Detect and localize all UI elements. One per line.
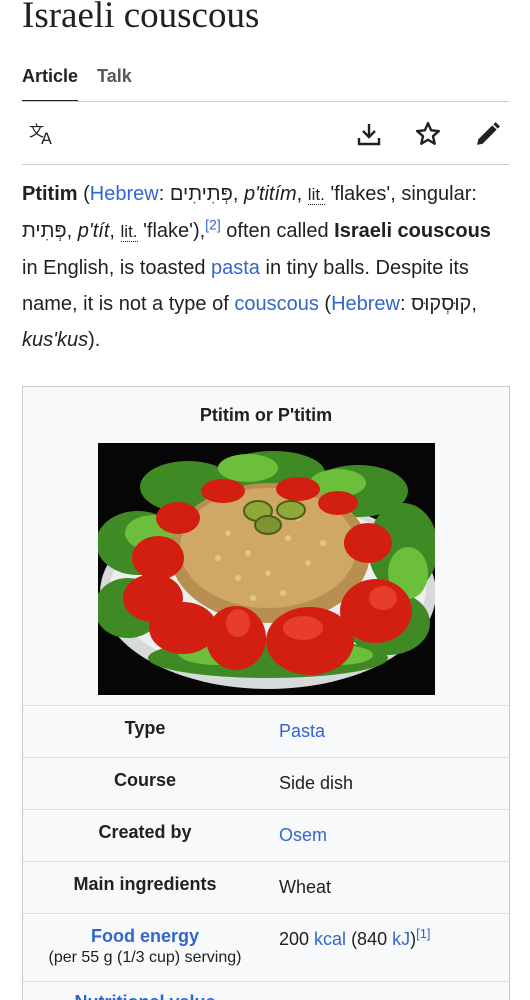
ptitim-photo[interactable]: [98, 443, 435, 695]
hebrew-couscous: קוּסְקוּס: [411, 293, 472, 315]
infobox: Ptitim or P'titim Type Pasta Course Side…: [22, 386, 510, 1000]
lead-text: ,: [66, 220, 78, 242]
singular-transliteration: p'tít: [77, 220, 110, 242]
lead-text: ,: [109, 220, 121, 242]
food-energy-link[interactable]: Food energy: [91, 926, 199, 946]
tab-article[interactable]: Article: [22, 64, 79, 102]
energy-text: (840: [346, 929, 393, 949]
reference-1[interactable]: [1]: [416, 926, 430, 941]
lead-text: in English, is toasted: [22, 257, 211, 279]
kcal-link[interactable]: kcal: [314, 929, 346, 949]
lead-text: ).: [88, 329, 101, 351]
alt-name: Israeli couscous: [334, 220, 491, 242]
star-icon[interactable]: [413, 119, 443, 149]
tabs-divider: [22, 101, 509, 102]
lead-text: ,: [232, 183, 244, 205]
tab-talk[interactable]: Talk: [97, 64, 132, 102]
reference-2[interactable]: [2]: [205, 216, 221, 232]
food-energy-label: Food energy (per 55 g (1/3 cup) serving): [23, 926, 267, 967]
type-value-link[interactable]: Pasta: [279, 721, 325, 742]
kuskus-transliteration: kus'kus: [22, 329, 89, 351]
lead-text: ,: [296, 183, 308, 205]
lead-text: often called: [220, 220, 335, 242]
infobox-label: Main ingredients: [73, 874, 217, 894]
page-title: Israeli couscous: [22, 0, 260, 36]
lead-text: ,: [471, 293, 477, 315]
lead-text: (: [318, 293, 332, 315]
translate-icon[interactable]: 文 A: [28, 119, 58, 149]
energy-number: 200: [279, 929, 315, 949]
lead-text: :: [158, 183, 170, 205]
infobox-row-nutrition: Nutritional value: [23, 981, 509, 1000]
infobox-label: Created by: [98, 822, 192, 842]
literally-abbr[interactable]: lit.: [307, 185, 325, 205]
food-energy-value: 200 kcal (840 kJ)[1]: [279, 926, 431, 950]
infobox-row-course: Course Side dish: [23, 757, 509, 809]
singular-hebrew: פְּתִית: [22, 220, 67, 242]
infobox-row-main-ingredients: Main ingredients Wheat: [23, 861, 509, 913]
infobox-label: Type: [124, 718, 166, 738]
lead-term: Ptitim: [22, 183, 78, 205]
hebrew-word: פְּתִיתִים: [169, 183, 233, 205]
infobox-row-created-by: Created by Osem: [23, 809, 509, 861]
pencil-icon[interactable]: [473, 119, 503, 149]
page-actions-toolbar: 文 A: [22, 103, 509, 165]
download-icon[interactable]: [354, 119, 384, 149]
transliteration: p'titím: [243, 183, 297, 205]
hebrew-link[interactable]: Hebrew: [90, 183, 159, 205]
nutritional-value-header[interactable]: Nutritional value: [23, 992, 267, 1000]
course-value: Side dish: [279, 773, 354, 793]
hebrew-link-2[interactable]: Hebrew: [331, 293, 400, 315]
infobox-row-food-energy: Food energy (per 55 g (1/3 cup) serving)…: [23, 913, 509, 981]
kj-link[interactable]: kJ: [392, 929, 410, 949]
lead-text: 'flake'),: [137, 220, 206, 242]
ingredients-value: Wheat: [279, 877, 332, 897]
lead-text: 'flakes', singular:: [324, 183, 477, 205]
lead-text: (: [77, 183, 90, 205]
lead-text: :: [399, 293, 412, 315]
couscous-link[interactable]: couscous: [234, 293, 319, 315]
infobox-row-type: Type Pasta: [23, 705, 509, 757]
creator-value-link[interactable]: Osem: [279, 825, 327, 846]
infobox-label: Course: [113, 770, 176, 790]
literally-abbr[interactable]: lit.: [120, 222, 138, 242]
pasta-link[interactable]: pasta: [211, 257, 260, 279]
serving-size: (per 55 g (1/3 cup) serving): [48, 949, 242, 966]
lead-paragraph: Ptitim (Hebrew: פְּתִיתִים, p'titím, lit…: [22, 176, 512, 358]
tabs: Article Talk: [22, 64, 151, 102]
svg-text:A: A: [41, 129, 52, 146]
infobox-caption: Ptitim or P'titim: [199, 405, 333, 425]
